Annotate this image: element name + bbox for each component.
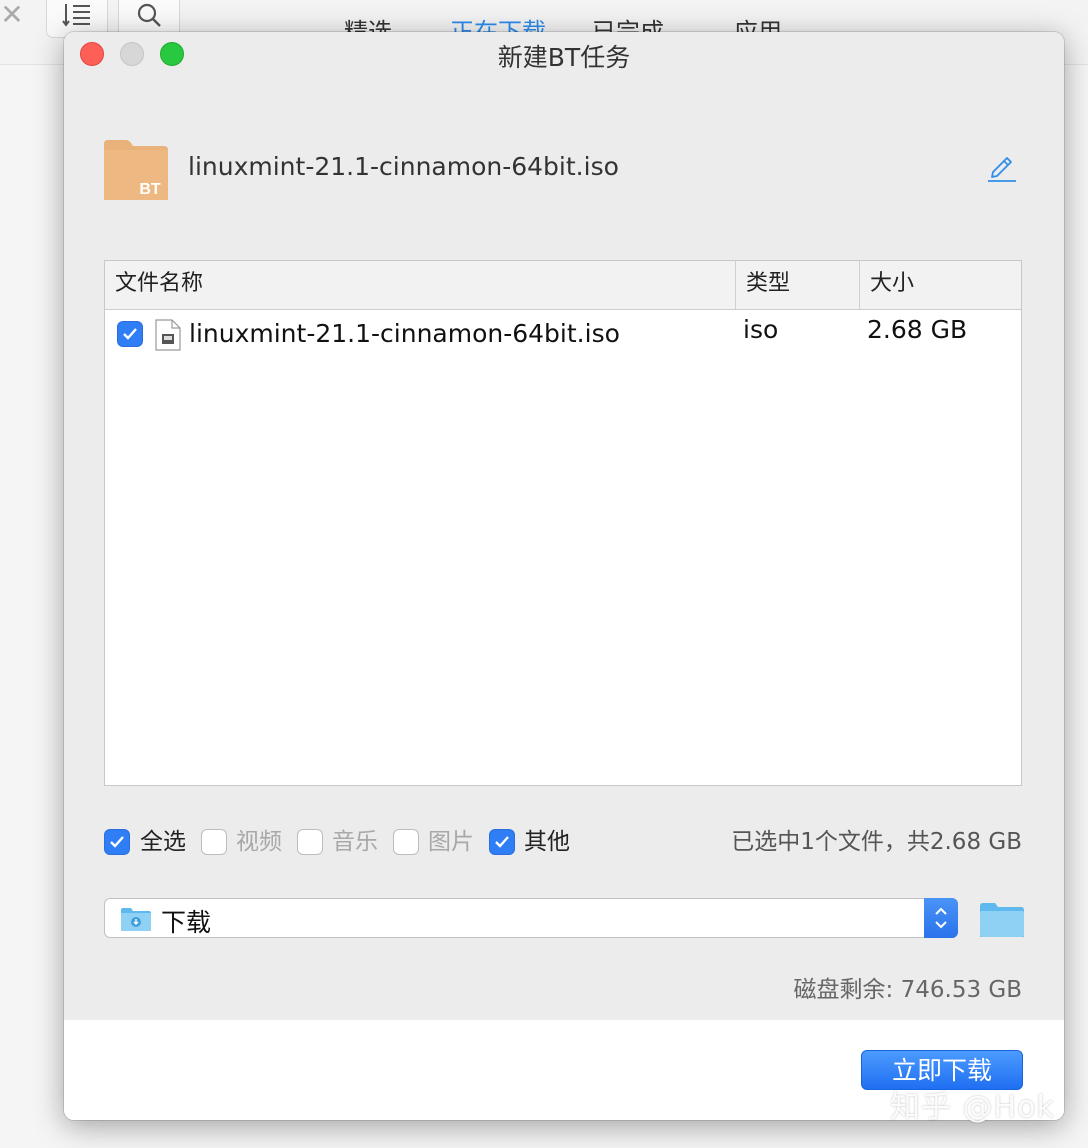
other-label: 其他 bbox=[524, 829, 570, 855]
download-folder-icon bbox=[121, 908, 151, 931]
other-checkbox[interactable] bbox=[489, 829, 515, 855]
column-header-type[interactable]: 类型 bbox=[735, 261, 859, 309]
row-file-size: 2.68 GB bbox=[867, 315, 968, 344]
row-file-name: linuxmint-21.1-cinnamon-64bit.iso bbox=[189, 319, 620, 348]
row-checkbox[interactable] bbox=[117, 321, 143, 347]
file-table-header: 文件名称 类型 大小 bbox=[105, 261, 1021, 310]
browse-folder-icon[interactable] bbox=[980, 902, 1024, 938]
select-all-label: 全选 bbox=[140, 829, 186, 855]
dialog-title: 新建BT任务 bbox=[497, 43, 631, 72]
close-icon[interactable]: ✕ bbox=[0, 0, 34, 36]
select-all-checkbox[interactable] bbox=[104, 829, 130, 855]
bt-icon-label: BT bbox=[139, 181, 161, 198]
image-checkbox bbox=[393, 829, 419, 855]
music-checkbox bbox=[297, 829, 323, 855]
path-dropdown-stepper[interactable] bbox=[924, 898, 958, 938]
task-name: linuxmint-21.1-cinnamon-64bit.iso bbox=[188, 152, 619, 181]
file-icon bbox=[155, 319, 181, 351]
row-file-type: iso bbox=[743, 315, 779, 344]
column-header-size[interactable]: 大小 bbox=[859, 261, 1021, 309]
disk-free-space: 磁盘剩余: 746.53 GB bbox=[793, 977, 1022, 1003]
bt-folder-icon: BT bbox=[104, 140, 168, 200]
image-label: 图片 bbox=[428, 829, 474, 855]
dialog-titlebar: 新建BT任务 bbox=[64, 32, 1064, 78]
new-bt-task-dialog: 新建BT任务 BT linuxmint-21.1-cinnamon-64bit.… bbox=[64, 32, 1064, 1120]
music-label: 音乐 bbox=[332, 829, 378, 855]
save-path-select[interactable]: 下载 bbox=[104, 898, 958, 938]
selection-summary: 已选中1个文件，共2.68 GB bbox=[731, 829, 1022, 855]
watermark: 知乎 @Hok bbox=[890, 1090, 1055, 1125]
save-path-value: 下载 bbox=[161, 908, 212, 937]
column-header-name[interactable]: 文件名称 bbox=[105, 261, 735, 309]
video-label: 视频 bbox=[236, 829, 282, 855]
video-checkbox bbox=[201, 829, 227, 855]
file-type-filters: 全选 视频 音乐 图片 其他 已选中1个文件，共2.68 GB bbox=[104, 828, 1022, 858]
file-table: 文件名称 类型 大小 linuxmint-21.1-cinnamon-64bit… bbox=[104, 260, 1022, 786]
table-row[interactable]: linuxmint-21.1-cinnamon-64bit.iso iso 2.… bbox=[105, 309, 1021, 361]
pencil-icon[interactable] bbox=[986, 150, 1018, 182]
